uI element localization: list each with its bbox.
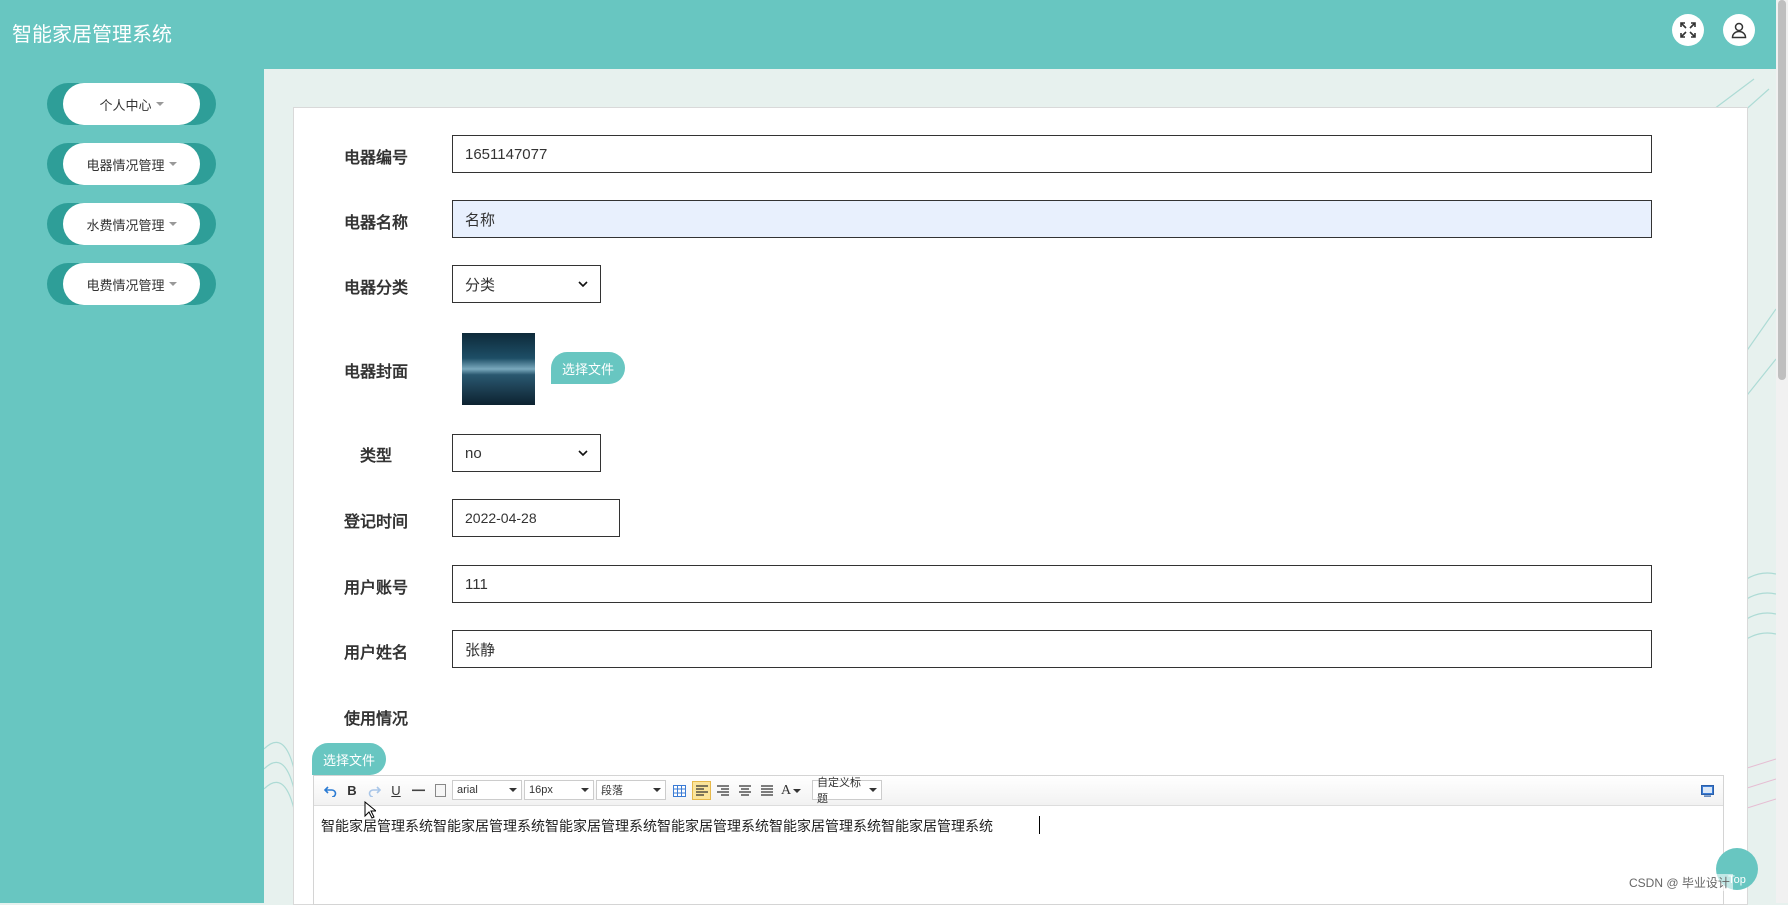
font-family-select[interactable]: arial — [452, 780, 522, 800]
caret-down-icon — [168, 222, 177, 226]
align-left-icon[interactable] — [692, 781, 711, 800]
type-label: 类型 — [359, 448, 392, 465]
caret-down-icon — [168, 162, 177, 166]
chevron-down-icon — [578, 450, 588, 457]
scrollbar-thumb[interactable] — [1778, 0, 1786, 380]
watermark-text: CSDN @ 毕业设计 — [1626, 874, 1733, 891]
custom-heading-select[interactable]: 自定义标题 — [812, 777, 882, 805]
html-source-icon[interactable] — [1699, 781, 1715, 800]
sidebar-item-label: 水费情况管理 — [86, 217, 165, 233]
custom-heading-value: 自定义标题 — [817, 777, 861, 805]
sidebar-item-label: 电器情况管理 — [86, 157, 165, 173]
paste-icon[interactable] — [432, 781, 448, 800]
caret-down-icon — [155, 102, 164, 106]
font-color-icon[interactable]: A — [780, 781, 802, 800]
register-time-label: 登记时间 — [343, 514, 408, 531]
appliance-no-label: 电器编号 — [343, 150, 408, 167]
editor-content[interactable]: 智能家居管理系统智能家居管理系统智能家居管理系统智能家居管理系统智能家居管理系统… — [321, 816, 993, 836]
page-scrollbar[interactable] — [1776, 0, 1788, 903]
rich-text-editor: B U arial 16px 段落 A 自定义标题 智能家居管理系统智能家居管理… — [313, 775, 1724, 905]
top-bar: 智能家居管理系统 — [0, 0, 1776, 69]
font-size-value: 16px — [529, 784, 553, 796]
paragraph-value: 段落 — [601, 785, 623, 797]
appliance-no-input[interactable]: 1651147077 — [452, 135, 1652, 173]
table-icon[interactable] — [671, 781, 687, 800]
underline-icon[interactable]: U — [388, 781, 404, 800]
select-value: 分类 — [465, 276, 496, 294]
appliance-category-select[interactable]: 分类 — [452, 265, 601, 303]
type-select[interactable]: no — [452, 434, 601, 472]
usage-label: 使用情况 — [343, 711, 408, 728]
select-value: no — [465, 444, 482, 462]
undo-icon[interactable] — [322, 781, 338, 800]
fullscreen-icon[interactable] — [1672, 14, 1704, 46]
appliance-cover-image — [462, 333, 535, 405]
text-cursor — [1039, 816, 1040, 834]
align-center-icon[interactable] — [737, 781, 753, 800]
sidebar: 个人中心 电器情况管理 水费情况管理 电费情况管理 — [0, 69, 264, 903]
sidebar-item-appliance-management[interactable]: 电器情况管理 — [47, 143, 216, 185]
font-family-value: arial — [457, 784, 478, 796]
sidebar-item-label: 电费情况管理 — [86, 277, 165, 293]
sidebar-item-water-fee-management[interactable]: 水费情况管理 — [47, 203, 216, 245]
caret-down-icon — [168, 282, 177, 286]
user-icon[interactable] — [1723, 14, 1755, 46]
sidebar-item-label: 个人中心 — [99, 97, 152, 113]
align-right-icon[interactable] — [715, 781, 731, 800]
align-justify-icon[interactable] — [759, 781, 775, 800]
font-size-select[interactable]: 16px — [524, 780, 594, 800]
bold-icon[interactable]: B — [344, 781, 360, 800]
app-title: 智能家居管理系统 — [12, 24, 172, 46]
appliance-name-input[interactable]: 名称 — [452, 200, 1652, 238]
mouse-cursor-icon — [364, 800, 378, 824]
appliance-cover-label: 电器封面 — [343, 364, 408, 381]
usage-choose-file-button[interactable]: 选择文件 — [312, 743, 386, 775]
chevron-down-icon — [578, 281, 588, 288]
horizontal-rule-icon[interactable] — [410, 781, 426, 800]
sidebar-item-personal-center[interactable]: 个人中心 — [47, 83, 216, 125]
user-name-label: 用户姓名 — [343, 645, 408, 662]
caret-down-icon — [653, 788, 661, 792]
user-account-input[interactable]: 111 — [452, 565, 1652, 603]
user-account-label: 用户账号 — [343, 580, 408, 597]
register-time-input[interactable]: 2022-04-28 — [452, 499, 620, 537]
caret-down-icon — [509, 788, 517, 792]
user-name-input[interactable]: 张静 — [452, 630, 1652, 668]
redo-icon[interactable] — [366, 781, 382, 800]
choose-file-button[interactable]: 选择文件 — [551, 352, 625, 384]
sidebar-item-electricity-fee-management[interactable]: 电费情况管理 — [47, 263, 216, 305]
editor-toolbar: B U arial 16px 段落 A 自定义标题 — [314, 776, 1723, 806]
paragraph-select[interactable]: 段落 — [596, 780, 666, 800]
appliance-category-label: 电器分类 — [343, 280, 408, 297]
appliance-name-label: 电器名称 — [343, 215, 408, 232]
caret-down-icon — [869, 788, 877, 792]
caret-down-icon — [581, 788, 589, 792]
